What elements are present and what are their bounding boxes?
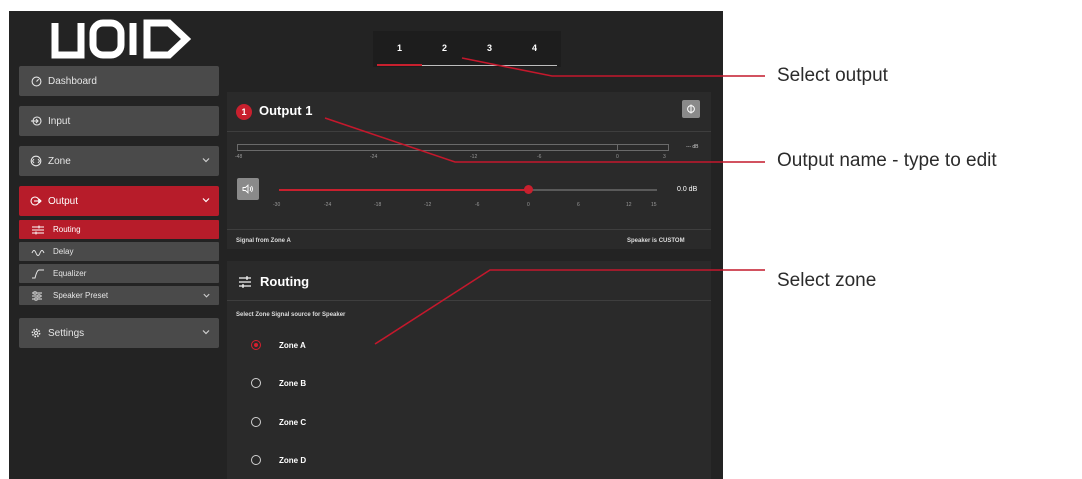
callout-line-select-output: [461, 57, 765, 77]
callout-line-output-name: [324, 117, 765, 163]
callout-line-select-zone: [374, 269, 765, 345]
callout-output-name: Output name - type to edit: [777, 150, 997, 171]
callout-select-output: Select output: [777, 65, 888, 86]
callout-lines: [324, 57, 765, 345]
callout-select-zone: Select zone: [777, 270, 877, 291]
